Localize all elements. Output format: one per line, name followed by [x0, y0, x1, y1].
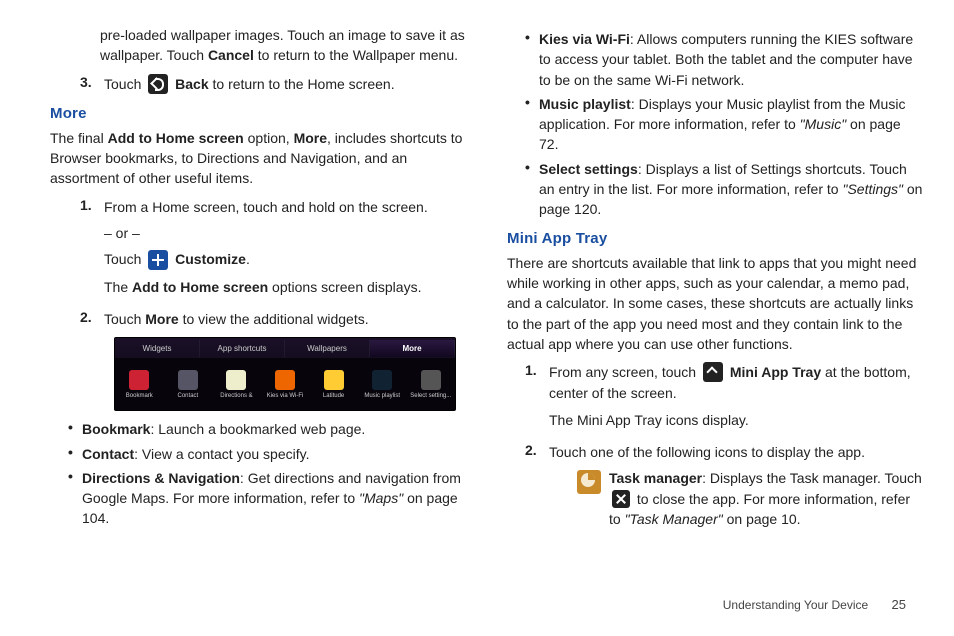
bold: Task manager [609, 470, 702, 486]
bullet-dot: • [525, 29, 539, 45]
contact-icon [178, 370, 198, 390]
bold: Bookmark [82, 421, 150, 437]
bullet-kies: • Kies via Wi-Fi: Allows computers runni… [525, 29, 924, 90]
bold: More [294, 130, 327, 146]
customize-bold: Customize [175, 251, 246, 267]
text: The [104, 279, 132, 295]
back-icon [148, 74, 168, 94]
ref-settings: "Settings" [842, 181, 903, 197]
section-heading-more: More [50, 105, 467, 122]
bullet-dot: • [525, 159, 539, 175]
settings-icon [421, 370, 441, 390]
bold: Music playlist [539, 96, 631, 112]
text: The final [50, 130, 108, 146]
app-latitude: Latitude [309, 358, 358, 410]
text: From any screen, touch [549, 364, 700, 380]
text: on page 10. [723, 511, 801, 527]
text: to return to the Home screen. [213, 76, 395, 92]
customize-plus-icon [148, 250, 168, 270]
bullet-dot: • [525, 94, 539, 110]
bold: Kies via Wi-Fi [539, 31, 630, 47]
right-column: • Kies via Wi-Fi: Allows computers runni… [507, 25, 924, 535]
text: options screen displays. [268, 279, 421, 295]
bold: Select settings [539, 161, 638, 177]
directions-icon [226, 370, 246, 390]
step-number: 1. [525, 362, 549, 378]
text: to view the additional widgets. [179, 311, 369, 327]
more-step-1: 1. From a Home screen, touch and hold on… [80, 197, 467, 303]
text: : Displays the Task manager. Touch [702, 470, 922, 486]
text: to return to the Wallpaper menu. [254, 47, 458, 63]
kies-icon [275, 370, 295, 390]
text: option, [244, 130, 294, 146]
left-column: pre-loaded wallpaper images. Touch an im… [30, 25, 467, 535]
bold: Directions & Navigation [82, 470, 240, 486]
step-number: 1. [80, 197, 104, 213]
step-number: 2. [80, 309, 104, 325]
step-number: 2. [525, 442, 549, 458]
bullet-music: • Music playlist: Displays your Music pl… [525, 94, 924, 155]
tab-widgets: Widgets [115, 340, 200, 357]
back-bold: Back [175, 76, 208, 92]
ref-music: "Music" [800, 116, 847, 132]
text: : Launch a bookmarked web page. [150, 421, 365, 437]
step-3: 3. Touch Back to return to the Home scre… [80, 74, 467, 95]
bold: Add to Home screen [132, 279, 268, 295]
or-divider: – or – [104, 223, 467, 243]
ref-task-manager: "Task Manager" [625, 511, 723, 527]
mini-app-tray-icon [703, 362, 723, 382]
text: From a Home screen, touch and hold on th… [104, 197, 467, 217]
bullet-select-settings: • Select settings: Displays a list of Se… [525, 159, 924, 220]
bold: Mini App Tray [730, 364, 821, 380]
app-music: Music playlist [358, 358, 407, 410]
bookmark-icon [129, 370, 149, 390]
intro-text: pre-loaded wallpaper images. Touch an im… [50, 25, 467, 66]
section-heading-mini-app-tray: Mini App Tray [507, 230, 924, 247]
mini-step-1: 1. From any screen, touch Mini App Tray … [525, 362, 924, 436]
bold: More [145, 311, 178, 327]
bullet-directions: • Directions & Navigation: Get direction… [68, 468, 467, 529]
text: The Mini App Tray icons display. [549, 410, 924, 430]
tab-wallpapers: Wallpapers [285, 340, 370, 357]
text: : View a contact you specify. [134, 446, 309, 462]
ref-maps: "Maps" [359, 490, 403, 506]
app-directions: Directions & [212, 358, 261, 410]
text: Touch [104, 251, 145, 267]
text: Touch one of the following icons to disp… [549, 442, 924, 462]
text: Touch [104, 311, 145, 327]
tab-more-active: More [370, 340, 455, 357]
page-number: 25 [892, 597, 906, 612]
task-manager-row: Task manager: Displays the Task manager.… [577, 468, 924, 529]
mini-paragraph: There are shortcuts available that link … [507, 253, 924, 354]
app-select-settings: Select setting... [406, 358, 455, 410]
app-contact: Contact [164, 358, 213, 410]
tab-app-shortcuts: App shortcuts [200, 340, 285, 357]
bullet-dot: • [68, 419, 82, 435]
bullet-dot: • [68, 468, 82, 484]
more-step-2: 2. Touch More to view the additional wid… [80, 309, 467, 329]
mini-step-2: 2. Touch one of the following icons to d… [525, 442, 924, 529]
text: . [246, 251, 250, 267]
app-kies: Kies via Wi-Fi [261, 358, 310, 410]
app-bookmark: Bookmark [115, 358, 164, 410]
latitude-icon [324, 370, 344, 390]
footer-section: Understanding Your Device [723, 598, 868, 612]
task-manager-icon [577, 470, 601, 494]
page-footer: Understanding Your Device 25 [723, 597, 906, 612]
bold: Add to Home screen [108, 130, 244, 146]
more-tab-screenshot: Widgets App shortcuts Wallpapers More Bo… [114, 337, 456, 411]
step-number: 3. [80, 74, 104, 90]
bullet-bookmark: • Bookmark: Launch a bookmarked web page… [68, 419, 467, 439]
more-paragraph: The final Add to Home screen option, Mor… [50, 128, 467, 189]
bullet-contact: • Contact: View a contact you specify. [68, 444, 467, 464]
cancel-bold: Cancel [208, 47, 254, 63]
bold: Contact [82, 446, 134, 462]
bullet-dot: • [68, 444, 82, 460]
close-icon [612, 490, 630, 508]
text: Touch [104, 76, 145, 92]
music-icon [372, 370, 392, 390]
